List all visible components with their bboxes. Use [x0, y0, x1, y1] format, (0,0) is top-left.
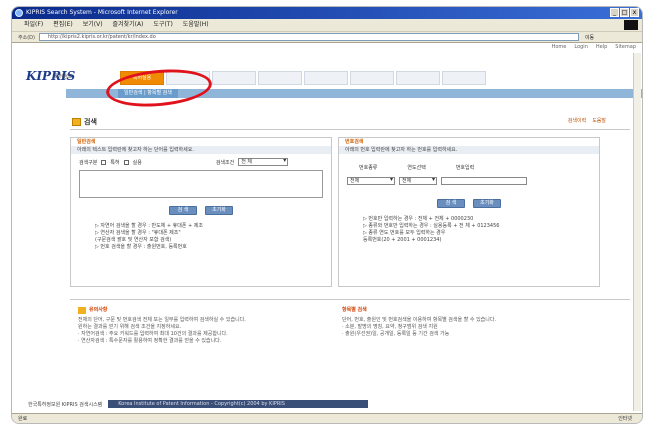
scope-row: 검색구분 특허 실용 검색조건 전 체	[71, 158, 331, 166]
close-button[interactable]: x	[630, 8, 639, 17]
note-line: ▷ 번호 검색을 할 경우 : 출원번호, 등록번호	[95, 244, 187, 250]
menu-help[interactable]: 도움말(H)	[183, 19, 209, 31]
status-zone: 인터넷	[618, 416, 632, 422]
number-search-button[interactable]: 검 색	[437, 199, 465, 208]
note-line: ▷ 연산자 검색을 할 경우 : "휴대폰 제조"	[95, 230, 181, 236]
notice-heading: 유의사항	[78, 307, 328, 314]
page-footer: 한국특허정보원 KIPRIS 검색시스템 Korea Institute of …	[12, 399, 642, 409]
address-input[interactable]: http://kipris2.kipris.or.kr/patent/kr/in…	[38, 33, 579, 41]
utility-check-label: 실용	[132, 159, 142, 166]
search-folder-icon	[72, 118, 81, 126]
status-bar: 완료 인터넷	[12, 413, 642, 423]
notice-line: 전체의 단어, 구문 및 번호검색 전체 또는 일부를 입력하여 검색하실 수 …	[78, 317, 246, 323]
field-search-section: 항목별 검색 단어, 번호, 출원인 및 번호검색을 이용하여 항목별 검색을 …	[342, 307, 592, 338]
number-input[interactable]	[441, 177, 527, 185]
notice-line: · 자연어검색 : 주요 키워드를 입력하여 최대 10건의 결과를 제공합니다…	[78, 331, 228, 337]
sort-select[interactable]: 전 체	[238, 158, 289, 166]
minimize-button[interactable]: _	[610, 8, 619, 17]
util-login-link[interactable]: Login	[574, 44, 588, 52]
logo-subtitle: 특허정보	[54, 74, 73, 80]
right-notes: ▷ 번호만 입력하는 경우 : 전체 + 전체 + 0000230 ▷ 종류와 …	[339, 216, 599, 244]
panel-heading: 일반검색	[77, 139, 96, 145]
utility-checkbox[interactable]	[123, 159, 129, 165]
help-link[interactable]: 도움말	[592, 117, 606, 124]
tab-8[interactable]	[442, 71, 486, 85]
util-help-link[interactable]: Help	[596, 44, 607, 52]
notice-section: 유의사항 전체의 단어, 구문 및 번호검색 전체 또는 일부를 입력하여 검색…	[78, 307, 328, 345]
notice-line: 원하는 결과를 얻기 위해 검색 조건을 지정하세요.	[78, 324, 182, 330]
window-controls: _ □ x	[610, 8, 639, 17]
tab-7[interactable]	[396, 71, 440, 85]
footer-org: 한국특허정보원 KIPRIS 검색시스템	[28, 401, 103, 408]
field-line: 단어, 번호, 출원인 및 번호검색을 이용하여 항목별 검색을 할 수 있습니…	[342, 317, 497, 323]
note-line: 등록번호(20 + 2001 + 0001234)	[363, 237, 442, 243]
menu-tools[interactable]: 도구(T)	[153, 19, 172, 31]
footer-copyright: Korea Institute of Patent Information - …	[108, 400, 369, 408]
tab-5[interactable]	[304, 71, 348, 85]
go-button[interactable]: 이동	[585, 34, 594, 41]
tab-6[interactable]	[350, 71, 394, 85]
address-label: 주소(D)	[18, 34, 35, 41]
menu-bar: 파일(F) 편집(E) 보기(V) 즐겨찾기(A) 도구(T) 도움말(H)	[12, 19, 642, 31]
note-line: ▷ 자연어 검색을 할 경우 : 반도체 + 휴대폰 + 제조	[95, 223, 204, 229]
notice-line: · 연산자검색 : 특수문자를 활용하여 정확한 결과를 얻을 수 있습니다.	[78, 338, 222, 344]
keyword-textarea[interactable]	[79, 170, 323, 198]
notice-heading-text: 유의사항	[89, 307, 108, 313]
panel-desc: 아래의 번호 입력란에 찾고자 하는 번호를 입력하세요.	[339, 146, 599, 154]
tab-3[interactable]	[212, 71, 256, 85]
number-type-select[interactable]: 전체	[347, 177, 395, 185]
patent-check-label: 특허	[110, 159, 120, 166]
notice-icon	[78, 307, 86, 314]
title-bar: KIPRIS Search System - Microsoft Interne…	[12, 7, 642, 19]
number-reset-button[interactable]: 초기화	[473, 199, 501, 208]
divider	[70, 129, 630, 130]
page-links: 검색이력 도움말	[568, 117, 606, 124]
search-history-link[interactable]: 검색이력	[568, 117, 586, 124]
year-select[interactable]: 전체	[399, 177, 437, 185]
left-notes: ▷ 자연어 검색을 할 경우 : 반도체 + 휴대폰 + 제조 ▷ 연산자 검색…	[71, 223, 331, 251]
note-line: ▷ 종류와 번호만 입력하는 경우 : 실용등록 + 전 체 + 0123456	[363, 223, 500, 229]
note-line: ▷ 번호만 입력하는 경우 : 전체 + 전체 + 0000230	[363, 216, 474, 222]
util-sitemap-link[interactable]: Sitemap	[615, 44, 636, 52]
year-label: 연도선택	[407, 165, 426, 171]
util-home-link[interactable]: Home	[552, 44, 567, 52]
number-search-panel: 번호검색 아래의 번호 입력란에 찾고자 하는 번호를 입력하세요. 번호종류 …	[338, 137, 600, 287]
general-search-panel: 일반검색 아래의 텍스트 입력란에 찾고자 하는 단어를 입력하세요. 검색구분…	[70, 137, 332, 287]
page-title: 검색	[72, 117, 97, 127]
address-bar: 주소(D) http://kipris2.kipris.or.kr/patent…	[12, 31, 642, 43]
number-type-label: 번호종류	[359, 165, 378, 171]
divider	[70, 299, 630, 300]
patent-checkbox[interactable]	[101, 159, 107, 165]
panel-heading: 번호검색	[345, 139, 364, 145]
search-button[interactable]: 검 색	[169, 206, 197, 215]
windows-flag-icon	[624, 20, 638, 30]
left-buttons: 검 색 초기화	[71, 206, 331, 215]
panel-desc: 아래의 텍스트 입력란에 찾고자 하는 단어를 입력하세요.	[71, 146, 331, 154]
status-text: 완료	[18, 416, 28, 422]
field-line: · 소분, 발명의 명칭, 요약, 청구범위 검색 지원	[342, 324, 438, 330]
number-input-label: 번호입력	[455, 165, 475, 171]
tab-4[interactable]	[258, 71, 302, 85]
note-line: (구문검색 괄호 및 연산자 포함 검색)	[95, 237, 172, 243]
menu-edit[interactable]: 편집(E)	[53, 19, 73, 31]
column-labels: 번호종류 연도선택 번호입력	[339, 164, 599, 171]
menu-view[interactable]: 보기(V)	[83, 19, 103, 31]
window-title: KIPRIS Search System - Microsoft Interne…	[26, 9, 178, 16]
menu-file[interactable]: 파일(F)	[24, 19, 43, 31]
ie-icon	[15, 9, 23, 17]
reset-button[interactable]: 초기화	[205, 206, 233, 215]
field-search-heading[interactable]: 항목별 검색	[342, 307, 592, 314]
number-inputs: 전체 전체	[339, 177, 599, 185]
page-title-text: 검색	[84, 118, 97, 126]
scope-label: 검색구분	[79, 159, 98, 166]
browser-window: KIPRIS Search System - Microsoft Interne…	[11, 6, 643, 424]
util-links: Home Login Help Sitemap	[552, 44, 636, 52]
menu-favorites[interactable]: 즐겨찾기(A)	[113, 19, 144, 31]
vertical-scrollbar[interactable]	[633, 53, 641, 411]
right-buttons: 검 색 초기화	[339, 199, 599, 208]
sort-label: 검색조건	[215, 159, 235, 166]
maximize-button[interactable]: □	[620, 8, 629, 17]
field-line: · 출원(우선권)일, 공개일, 등록일 등 기간 검색 가능	[342, 331, 450, 337]
note-line: ▷ 종류 연도 번호를 모두 입력하는 경우	[363, 230, 446, 236]
